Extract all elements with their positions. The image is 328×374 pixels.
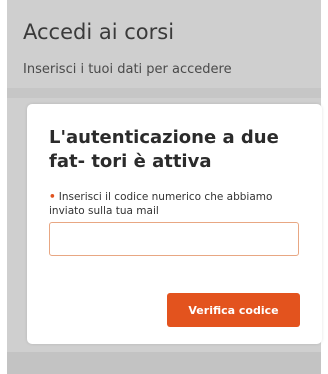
page-subtitle: Inserisci i tuoi dati per accedere: [23, 62, 232, 77]
verify-code-button[interactable]: Verifica codice: [167, 293, 300, 327]
verification-code-input[interactable]: [49, 222, 299, 256]
required-marker: •: [49, 191, 56, 203]
code-field-label-text: Inserisci il codice numerico che abbiamo…: [49, 191, 273, 217]
page-title: Accedi ai corsi: [23, 20, 175, 44]
backdrop-footer: [7, 352, 321, 374]
backdrop-divider: [7, 88, 321, 98]
dialog-title: L'autenticazione a due fat- tori è attiv…: [49, 127, 279, 172]
code-field-label: • Inserisci il codice numerico che abbiam…: [49, 190, 304, 218]
two-factor-dialog: L'autenticazione a due fat- tori è attiv…: [27, 104, 322, 344]
